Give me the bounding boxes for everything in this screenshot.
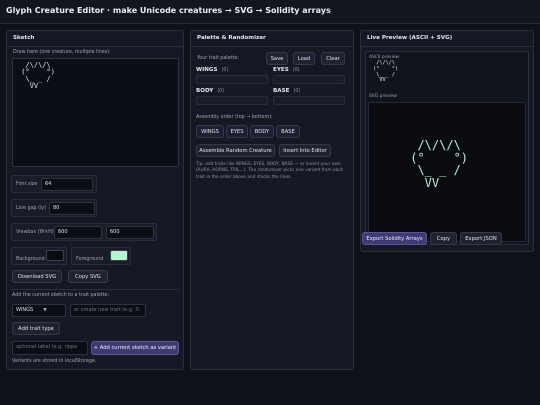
trait-eyes-count: (0): [292, 68, 300, 73]
font-size-group: Font size 64: [11, 175, 97, 193]
new-trait-input[interactable]: or create new trait (e.g. ©: [70, 304, 146, 317]
storage-note: Variants are stored in localStorage.: [12, 359, 97, 364]
sketch-textarea[interactable]: /\/\/\ (° °) \_ _ / VV: [12, 58, 179, 167]
trait-eyes: EYES (0): [273, 67, 300, 73]
trait-wings: WINGS (0): [196, 67, 228, 73]
viewbox-width-input[interactable]: 600: [54, 226, 102, 239]
save-button[interactable]: Save: [266, 52, 288, 65]
trait-body: BODY (0): [196, 88, 224, 94]
preview-container: ASCII preview /\/\/\ (° °) \_ _ / VV SVG…: [365, 51, 529, 245]
palette-panel-title: Palette & Randomizer: [197, 35, 266, 41]
font-size-label: Font size: [16, 182, 38, 187]
trait-select[interactable]: WINGS ▼: [12, 304, 66, 317]
viewbox-label: Viewbox (W×H): [16, 230, 54, 235]
download-svg-button[interactable]: Download SVG: [12, 270, 62, 283]
order-chip-base[interactable]: BASE: [276, 125, 300, 138]
preview-panel: Live Preview (ASCII + SVG) ASCII preview…: [360, 30, 534, 252]
background-label: Background: [16, 257, 45, 262]
sketch-panel: Sketch Draw here (one creature, multiple…: [6, 30, 184, 370]
foreground-color-picker[interactable]: [110, 250, 128, 261]
foreground-label: Foreground: [76, 257, 104, 262]
order-chip-eyes[interactable]: EYES: [226, 125, 248, 138]
svg-preview-label: SVG preview: [369, 94, 397, 99]
foreground-group: Foreground: [71, 247, 131, 265]
order-chip-wings[interactable]: WINGS: [196, 125, 224, 138]
trait-eyes-list: [273, 75, 345, 84]
clear-button[interactable]: Clear: [321, 52, 345, 65]
order-chip-body[interactable]: BODY: [250, 125, 274, 138]
trait-base-list: [273, 96, 345, 105]
trait-body-count: (0): [217, 89, 225, 94]
background-group: Background: [11, 247, 67, 265]
trait-palette-label: Your trait palette:: [197, 56, 239, 61]
trait-wings-count: (0): [221, 68, 229, 73]
svg-preview-creature: /\/\/\ (° °) \_ _ / VV: [410, 138, 469, 190]
draw-label: Draw here (one creature, multiple lines)…: [13, 50, 111, 55]
preview-panel-title: Live Preview (ASCII + SVG): [367, 35, 453, 41]
trait-base-name: BASE: [273, 88, 290, 94]
trait-body-list: [196, 96, 268, 105]
ascii-preview: /\/\/\ (° °) \_ _ / VV: [373, 60, 399, 84]
load-button[interactable]: Load: [293, 52, 315, 65]
background-color-picker[interactable]: [46, 250, 64, 261]
trait-body-name: BODY: [196, 88, 214, 94]
palette-panel-header: Palette & Randomizer: [191, 31, 353, 47]
line-gap-label: Line gap (ly): [16, 206, 46, 211]
font-size-input[interactable]: 64: [41, 178, 93, 191]
assemble-random-button[interactable]: Assemble Random Creature: [196, 144, 275, 157]
trait-wings-name: WINGS: [196, 67, 218, 73]
svg-preview-canvas: /\/\/\ (° °) \_ _ / VV: [368, 102, 526, 242]
add-trait-type-button[interactable]: Add trait type: [12, 322, 60, 335]
export-solidity-button[interactable]: Export Solidity Arrays: [362, 232, 427, 245]
top-bar: Glyph Creature Editor · make Unicode cre…: [0, 0, 540, 24]
chevron-down-icon: ▼: [43, 308, 47, 313]
trait-select-value: WINGS: [16, 307, 34, 313]
viewbox-group: Viewbox (W×H) 600 600: [11, 223, 157, 241]
preview-panel-header: Live Preview (ASCII + SVG): [361, 31, 533, 47]
trait-wings-list: [196, 75, 268, 84]
insert-into-editor-button[interactable]: Insert Into Editor: [279, 144, 331, 157]
section-divider: [11, 289, 179, 290]
trait-base-count: (0): [293, 89, 301, 94]
optional-label-input[interactable]: optional label (e.g. rippe: [12, 341, 88, 355]
sketch-panel-header: Sketch: [7, 31, 183, 47]
viewbox-height-input[interactable]: 600: [106, 226, 154, 239]
palette-panel: Palette & Randomizer Your trait palette:…: [190, 30, 354, 370]
sketch-textarea-content: /\/\/\ (° °) \_ _ / VV: [21, 61, 55, 90]
copy-button[interactable]: Copy: [430, 232, 457, 245]
add-to-palette-label: Add the current sketch to a trait palett…: [12, 293, 110, 298]
trait-base: BASE (0): [273, 88, 300, 94]
app-title: Glyph Creature Editor · make Unicode cre…: [6, 6, 331, 15]
export-json-button[interactable]: Export JSON: [460, 232, 502, 245]
tip-text: Tip: add traits like WINGS, EYES, BODY, …: [196, 162, 344, 180]
trait-eyes-name: EYES: [273, 67, 289, 73]
line-gap-group: Line gap (ly) 80: [11, 199, 97, 217]
assembly-order-label: Assembly order (top → bottom):: [196, 115, 273, 120]
copy-svg-button[interactable]: Copy SVG: [68, 270, 108, 283]
add-variant-button[interactable]: + Add current sketch as variant: [91, 341, 179, 355]
sketch-panel-title: Sketch: [13, 35, 35, 41]
line-gap-input[interactable]: 80: [49, 202, 95, 215]
